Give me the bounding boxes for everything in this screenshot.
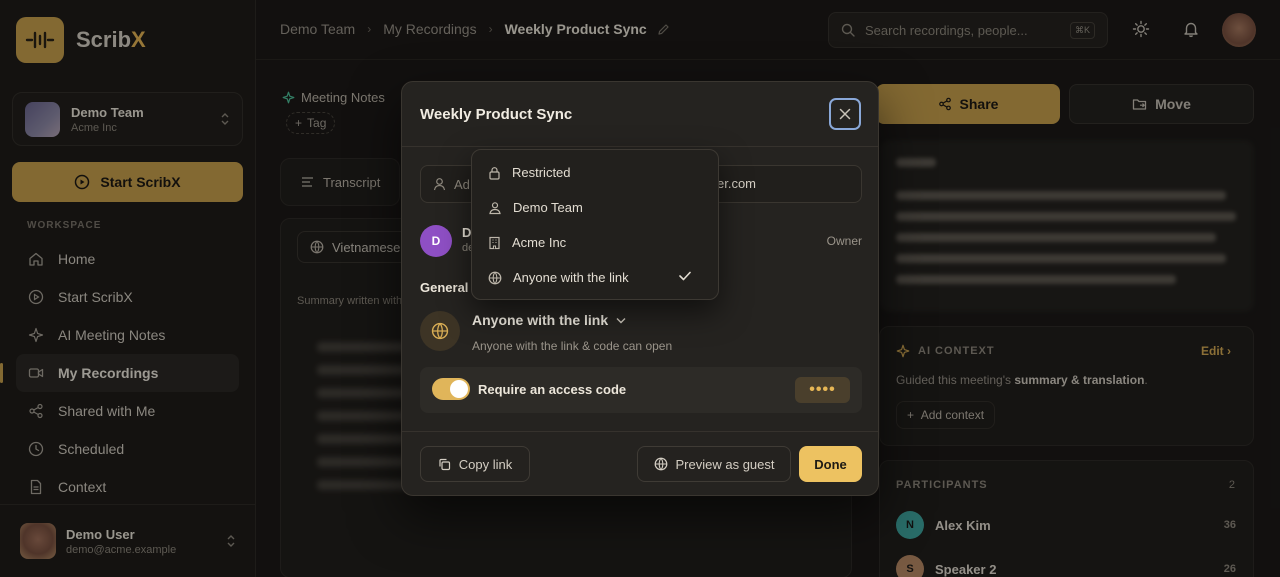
general-access-dropdown: Restricted Demo Team Acme Inc Anyone wit… <box>471 149 719 300</box>
invite-placeholder: Ad <box>454 176 470 192</box>
users-icon <box>489 201 501 214</box>
globe-icon <box>654 457 667 471</box>
owner-role: Owner <box>826 234 862 248</box>
owner-name: D <box>462 225 472 240</box>
user-icon <box>433 178 446 191</box>
done-button[interactable]: Done <box>799 446 862 482</box>
lock-icon <box>489 166 500 180</box>
dialog-title: Weekly Product Sync <box>420 106 573 123</box>
close-button[interactable] <box>829 98 861 130</box>
general-access-description: Anyone with the link & code can open <box>472 339 673 353</box>
globe-icon <box>420 311 460 351</box>
access-code-toggle[interactable] <box>432 378 470 400</box>
close-icon <box>839 108 851 120</box>
invite-value-tail: er.com <box>717 176 757 191</box>
divider <box>402 146 878 147</box>
owner-avatar: D <box>420 225 452 257</box>
preview-as-guest-button[interactable]: Preview as guest <box>637 446 791 482</box>
dropdown-option-demo-team[interactable]: Demo Team <box>472 190 718 225</box>
access-code-label: Require an access code <box>478 382 627 397</box>
dropdown-option-acme-inc[interactable]: Acme Inc <box>472 225 718 260</box>
divider <box>402 431 878 432</box>
chevron-down-icon <box>616 317 626 323</box>
globe-icon <box>488 271 502 284</box>
access-code-row: Require an access code •••• <box>420 367 862 413</box>
copy-link-button[interactable]: Copy link <box>420 446 530 482</box>
dropdown-option-anyone-with-link[interactable]: Anyone with the link <box>472 260 718 295</box>
building-icon <box>489 236 500 249</box>
general-access-label: General <box>420 280 469 295</box>
access-code-field[interactable]: •••• <box>795 377 850 403</box>
copy-icon <box>439 458 450 470</box>
check-icon <box>679 271 691 281</box>
general-access-select[interactable]: Anyone with the link <box>472 312 626 328</box>
dropdown-option-restricted[interactable]: Restricted <box>472 155 718 190</box>
